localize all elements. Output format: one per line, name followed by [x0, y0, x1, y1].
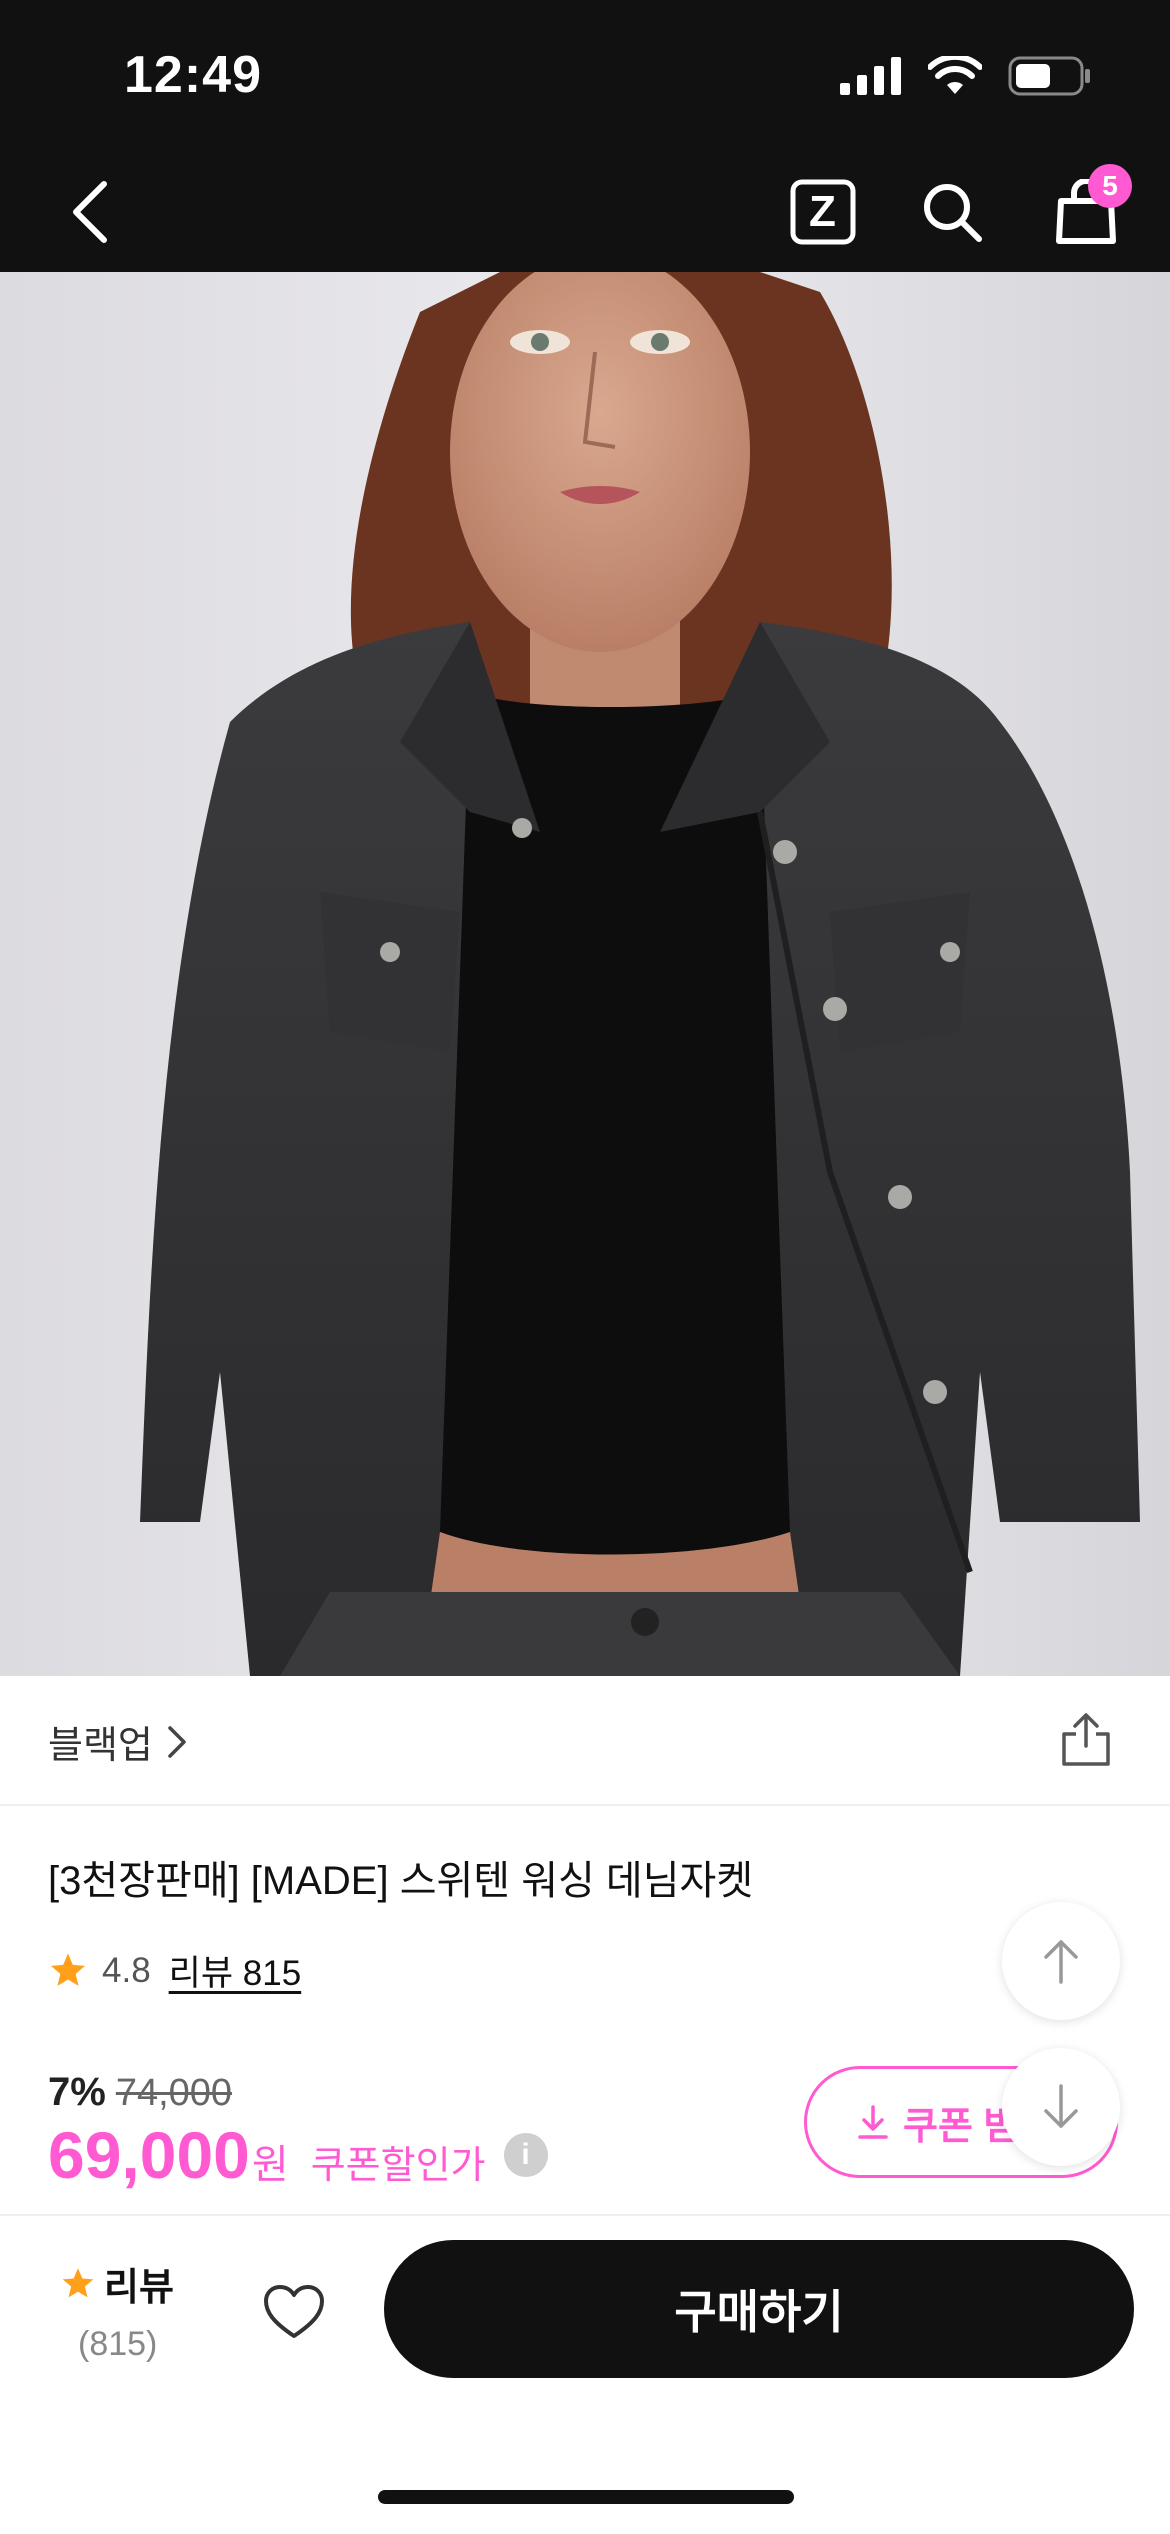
- z-logo-letter: Z: [809, 187, 836, 236]
- rating-row: 4.8 리뷰 815: [48, 1945, 301, 1996]
- original-price: 74,000: [115, 2072, 233, 2114]
- review-label: 리뷰: [104, 2267, 174, 2309]
- status-icons: [840, 56, 1092, 96]
- brand-row: 블랙업: [0, 1676, 1170, 1806]
- review-label-row: 리뷰: [60, 2256, 190, 2311]
- home-indicator: [378, 2490, 794, 2504]
- sale-price: 69,000: [48, 2118, 250, 2192]
- product-image[interactable]: [0, 272, 1170, 1676]
- cellular-signal-icon: [840, 57, 901, 95]
- arrow-down-icon: [1044, 2084, 1078, 2128]
- brand-link[interactable]: 블랙업: [48, 1714, 187, 1769]
- product-photo-illustration: [0, 272, 1170, 1676]
- discount-line: 7% 74,000: [48, 2070, 548, 2115]
- chevron-right-icon: [168, 1725, 186, 1758]
- chevron-left-icon: [73, 181, 107, 243]
- coupon-price-label: 쿠폰할인가: [310, 2145, 486, 2187]
- battery-icon: [1008, 56, 1090, 96]
- share-icon: [1062, 1713, 1110, 1766]
- currency-unit: 원: [251, 2143, 289, 2187]
- review-count-link[interactable]: 리뷰 815: [169, 1945, 302, 1996]
- brand-name: 블랙업: [48, 1725, 153, 1767]
- download-icon: [858, 2105, 888, 2139]
- arrow-up-icon: [1044, 1940, 1078, 1984]
- wishlist-button[interactable]: [256, 2274, 332, 2350]
- product-title: [3천장판매] [MADE] 스위텐 워싱 데님자켓: [48, 1859, 754, 1903]
- review-count: (815): [78, 2325, 158, 2363]
- discount-rate: 7%: [48, 2070, 106, 2114]
- wifi-icon: [928, 56, 982, 94]
- info-icon[interactable]: i: [503, 2133, 548, 2177]
- rating-score: 4.8: [102, 1950, 151, 1990]
- review-summary-button[interactable]: 리뷰 (815): [60, 2256, 190, 2364]
- status-time: 12:49: [124, 46, 262, 104]
- zigzag-home-button[interactable]: Z: [785, 172, 860, 252]
- star-icon: [51, 1953, 85, 1986]
- share-button[interactable]: [1058, 1712, 1114, 1768]
- search-icon: [924, 184, 982, 242]
- status-bar: 12:49: [0, 0, 1170, 150]
- top-nav-bar: Z 5: [0, 150, 1170, 272]
- star-icon: [62, 2267, 94, 2297]
- search-button[interactable]: [912, 172, 992, 252]
- cart-button[interactable]: 5: [1044, 164, 1132, 254]
- heart-icon: [264, 2285, 324, 2338]
- bottom-action-bar: 리뷰 (815) 구매하기: [0, 2214, 1170, 2534]
- buy-button[interactable]: 구매하기: [384, 2240, 1134, 2378]
- sale-price-line: 69,000 원 쿠폰할인가 i: [48, 2117, 548, 2193]
- price-block: 7% 74,000 69,000 원 쿠폰할인가 i: [48, 2070, 548, 2193]
- cart-count-badge: 5: [1088, 164, 1132, 208]
- scroll-down-button[interactable]: [1002, 2048, 1120, 2166]
- back-button[interactable]: [50, 172, 130, 252]
- scroll-to-top-button[interactable]: [1002, 1902, 1120, 2020]
